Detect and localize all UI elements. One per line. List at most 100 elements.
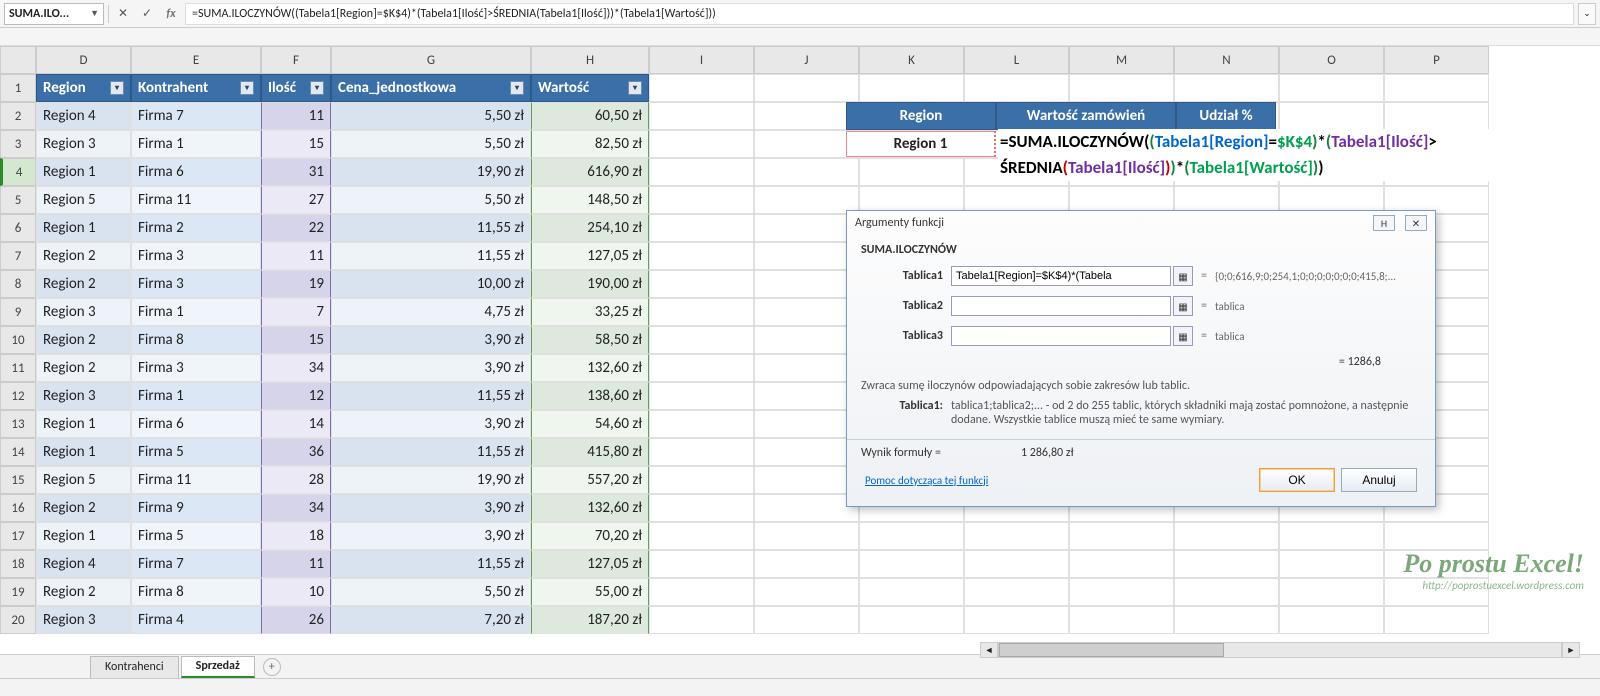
cell-wartosc[interactable]: 60,50 zł (531, 102, 649, 130)
cell-cena[interactable]: 11,55 zł (331, 242, 531, 270)
range-picker-icon[interactable]: ▦ (1173, 326, 1193, 346)
cell-wartosc[interactable]: 82,50 zł (531, 130, 649, 158)
cell-region[interactable]: Region 3 (36, 298, 131, 326)
cell-wartosc[interactable]: 616,90 zł (531, 158, 649, 186)
row-header-15[interactable]: 15 (0, 466, 36, 494)
tab-sprzedaz[interactable]: Sprzedaż (181, 656, 255, 678)
cell-region[interactable]: Region 1 (36, 410, 131, 438)
col-header-F[interactable]: F (261, 46, 331, 74)
col-header-E[interactable]: E (131, 46, 261, 74)
cell-region[interactable]: Region 4 (36, 550, 131, 578)
inline-formula-edit[interactable]: =SUMA.ILOCZYNÓW((Tabela1[Region]=$K$4)*(… (998, 129, 1558, 181)
name-box[interactable]: SUMA.ILO... ▼ (4, 3, 104, 25)
ok-button[interactable]: OK (1259, 468, 1335, 492)
cell-cena[interactable]: 5,50 zł (331, 578, 531, 606)
cell-ilosc[interactable]: 11 (261, 242, 331, 270)
empty-cell[interactable] (1069, 606, 1174, 634)
cell-kontrahent[interactable]: Firma 3 (131, 354, 261, 382)
cell-region[interactable]: Region 2 (36, 270, 131, 298)
row-header-16[interactable]: 16 (0, 494, 36, 522)
row-header-12[interactable]: 12 (0, 382, 36, 410)
empty-cell[interactable] (754, 326, 859, 354)
cell-cena[interactable]: 7,20 zł (331, 606, 531, 634)
cell-wartosc[interactable]: 132,60 zł (531, 494, 649, 522)
empty-cell[interactable] (649, 550, 754, 578)
empty-cell[interactable] (649, 606, 754, 634)
cell-kontrahent[interactable]: Firma 4 (131, 606, 261, 634)
cell-ilosc[interactable]: 22 (261, 214, 331, 242)
add-sheet-icon[interactable]: + (263, 658, 281, 676)
cell-kontrahent[interactable]: Firma 1 (131, 130, 261, 158)
filter-icon[interactable]: ▾ (628, 81, 642, 95)
empty-cell[interactable] (1279, 606, 1384, 634)
cell-ilosc[interactable]: 19 (261, 270, 331, 298)
cell-ilosc[interactable]: 15 (261, 130, 331, 158)
empty-cell[interactable] (754, 102, 859, 130)
empty-cell[interactable] (754, 522, 859, 550)
range-picker-icon[interactable]: ▦ (1173, 296, 1193, 316)
cancel-formula-icon[interactable]: ✕ (113, 4, 133, 24)
empty-cell[interactable] (649, 382, 754, 410)
arg-input-1[interactable] (951, 266, 1171, 286)
empty-cell[interactable] (1279, 74, 1384, 102)
empty-cell[interactable] (859, 522, 964, 550)
empty-cell[interactable] (1279, 578, 1384, 606)
empty-cell[interactable] (754, 158, 859, 186)
cell-region[interactable]: Region 1 (36, 438, 131, 466)
empty-cell[interactable] (859, 578, 964, 606)
empty-cell[interactable] (859, 550, 964, 578)
tab-kontrahenci[interactable]: Kontrahenci (90, 656, 179, 678)
cell-wartosc[interactable]: 415,80 zł (531, 438, 649, 466)
cell-cena[interactable]: 11,55 zł (331, 382, 531, 410)
empty-cell[interactable] (754, 270, 859, 298)
empty-cell[interactable] (754, 298, 859, 326)
col-header-I[interactable]: I (649, 46, 754, 74)
arg-input-2[interactable] (951, 296, 1171, 316)
empty-cell[interactable] (1384, 102, 1489, 130)
range-picker-icon[interactable]: ▦ (1173, 266, 1193, 286)
row-header-5[interactable]: 5 (0, 186, 36, 214)
cell-ilosc[interactable]: 12 (261, 382, 331, 410)
col-header-M[interactable]: M (1069, 46, 1174, 74)
col-header-N[interactable]: N (1174, 46, 1279, 74)
cell-kontrahent[interactable]: Firma 5 (131, 438, 261, 466)
empty-cell[interactable] (754, 494, 859, 522)
empty-cell[interactable] (649, 410, 754, 438)
row-header-9[interactable]: 9 (0, 298, 36, 326)
scroll-thumb[interactable] (999, 643, 1224, 657)
row-header-8[interactable]: 8 (0, 270, 36, 298)
cell-kontrahent[interactable]: Firma 7 (131, 550, 261, 578)
cell-kontrahent[interactable]: Firma 6 (131, 158, 261, 186)
cell-region[interactable]: Region 2 (36, 354, 131, 382)
chevron-down-icon[interactable]: ▼ (90, 8, 99, 19)
cell-ilosc[interactable]: 7 (261, 298, 331, 326)
col-header-L[interactable]: L (964, 46, 1069, 74)
empty-cell[interactable] (649, 354, 754, 382)
cell-region[interactable]: Region 4 (36, 102, 131, 130)
empty-cell[interactable] (649, 74, 754, 102)
col-header-H[interactable]: H (531, 46, 649, 74)
row-header-2[interactable]: 2 (0, 102, 36, 130)
filter-icon[interactable]: ▾ (240, 81, 254, 95)
empty-cell[interactable] (754, 550, 859, 578)
filter-icon[interactable]: ▾ (110, 81, 124, 95)
cell-ilosc[interactable]: 11 (261, 102, 331, 130)
row-header-17[interactable]: 17 (0, 522, 36, 550)
empty-cell[interactable] (1384, 550, 1489, 578)
empty-cell[interactable] (1279, 522, 1384, 550)
cell-kontrahent[interactable]: Firma 1 (131, 382, 261, 410)
empty-cell[interactable] (754, 186, 859, 214)
cell-region[interactable]: Region 3 (36, 130, 131, 158)
region-cell[interactable]: Region 1 (846, 131, 996, 157)
cell-ilosc[interactable]: 27 (261, 186, 331, 214)
empty-cell[interactable] (754, 438, 859, 466)
cell-ilosc[interactable]: 34 (261, 354, 331, 382)
col-header-J[interactable]: J (754, 46, 859, 74)
cell-cena[interactable]: 5,50 zł (331, 102, 531, 130)
cell-kontrahent[interactable]: Firma 8 (131, 326, 261, 354)
empty-cell[interactable] (754, 578, 859, 606)
cell-cena[interactable]: 11,55 zł (331, 438, 531, 466)
empty-cell[interactable] (649, 270, 754, 298)
empty-cell[interactable] (1174, 522, 1279, 550)
cell-kontrahent[interactable]: Firma 3 (131, 242, 261, 270)
